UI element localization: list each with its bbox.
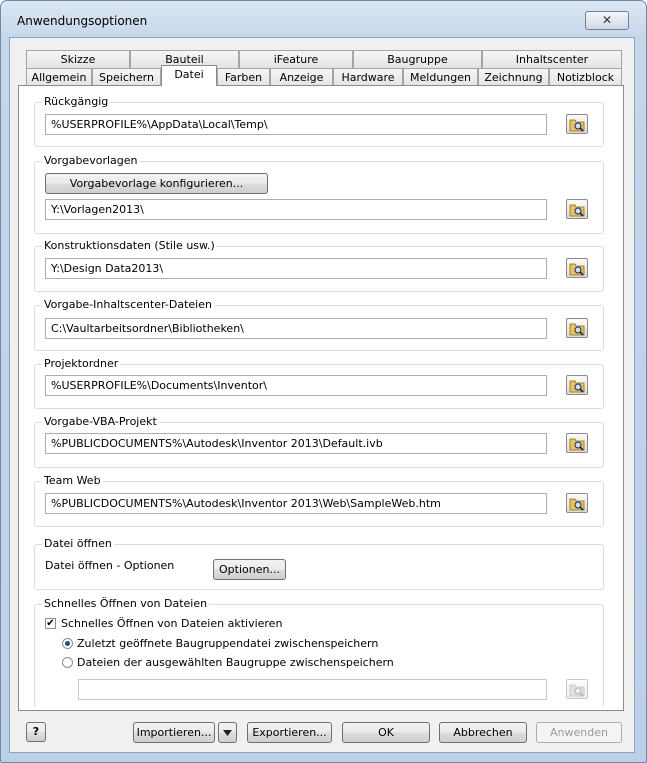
undo-path-field[interactable]: %USERPROFILE%\AppData\Local\Temp\	[45, 114, 547, 135]
browse-folder-icon	[569, 380, 585, 393]
tab-speichern[interactable]: Speichern	[92, 68, 161, 86]
tab-allgemein[interactable]: Allgemein	[26, 68, 92, 86]
tab-zeichnung[interactable]: Zeichnung	[478, 68, 549, 86]
chevron-down-icon	[223, 730, 232, 736]
window-title: Anwendungsoptionen	[17, 14, 148, 28]
browse-folder-icon	[569, 438, 585, 451]
browse-folder-icon	[569, 498, 585, 511]
group-quick-open-label: Schnelles Öffnen von Dateien	[42, 597, 210, 610]
content-center-browse-button[interactable]	[566, 318, 588, 338]
browse-folder-icon	[569, 684, 585, 697]
quick-open-path-field[interactable]	[78, 679, 547, 700]
quick-open-browse-button[interactable]	[566, 679, 588, 699]
ok-button[interactable]: OK	[342, 722, 430, 743]
group-team-web-label: Team Web	[42, 474, 103, 487]
configure-template-button[interactable]: Vorgabevorlage konfigurieren...	[45, 173, 268, 194]
tab-anzeige[interactable]: Anzeige	[270, 68, 333, 86]
design-data-browse-button[interactable]	[566, 258, 588, 278]
radio-recent-assembly-label: Zuletzt geöffnete Baugruppendatei zwisch…	[77, 637, 379, 650]
group-vba-label: Vorgabe-VBA-Projekt	[42, 415, 159, 428]
projects-browse-button[interactable]	[566, 375, 588, 395]
vba-path-field[interactable]: %PUBLICDOCUMENTS%\Autodesk\Inventor 2013…	[45, 433, 547, 454]
browse-folder-icon	[569, 263, 585, 276]
tab-meldungen[interactable]: Meldungen	[403, 68, 478, 86]
group-templates	[34, 161, 604, 234]
tab-farben[interactable]: Farben	[217, 68, 270, 86]
group-templates-label: Vorgabevorlagen	[42, 154, 140, 167]
vba-browse-button[interactable]	[566, 433, 588, 453]
radio-recent-assembly[interactable]	[62, 638, 73, 649]
close-button[interactable]: ✕	[585, 11, 629, 30]
group-projects-label: Projektordner	[42, 357, 121, 370]
tab-baugruppe[interactable]: Baugruppe	[353, 50, 482, 68]
group-design-data-label: Konstruktionsdaten (Stile usw.)	[42, 239, 217, 252]
tab-datei[interactable]: Datei	[161, 65, 217, 86]
import-dropdown-button[interactable]	[218, 722, 237, 743]
tab-notizblock[interactable]: Notizblock	[549, 68, 622, 86]
tab-inhaltscenter[interactable]: Inhaltscenter	[482, 50, 622, 68]
file-open-options-label: Datei öffnen - Optionen	[45, 559, 175, 572]
help-icon: ?	[32, 725, 40, 738]
browse-folder-icon	[569, 323, 585, 336]
design-data-path-field[interactable]: Y:\Design Data2013\	[45, 258, 547, 279]
apply-button[interactable]: Anwenden	[536, 722, 622, 743]
browse-folder-icon	[569, 204, 585, 217]
import-button[interactable]: Importieren...	[133, 722, 215, 743]
group-undo-label: Rückgängig	[42, 95, 111, 108]
projects-path-field[interactable]: %USERPROFILE%\Documents\Inventor\	[45, 375, 547, 396]
cancel-button[interactable]: Abbrechen	[439, 722, 527, 743]
group-file-open-label: Datei öffnen	[42, 537, 114, 550]
group-content-center-label: Vorgabe-Inhaltscenter-Dateien	[42, 298, 214, 311]
tab-skizze[interactable]: Skizze	[26, 50, 130, 68]
templates-browse-button[interactable]	[566, 199, 588, 219]
radio-selected-assembly-label: Dateien der ausgewählten Baugruppe zwisc…	[77, 656, 394, 669]
team-web-browse-button[interactable]	[566, 493, 588, 513]
undo-browse-button[interactable]	[566, 114, 588, 134]
export-button[interactable]: Exportieren...	[247, 722, 332, 743]
quick-open-checkbox-label: Schnelles Öffnen von Dateien aktivieren	[61, 617, 283, 630]
tab-hardware[interactable]: Hardware	[333, 68, 403, 86]
help-button[interactable]: ?	[26, 722, 46, 742]
quick-open-checkbox[interactable]: ✔	[45, 618, 56, 629]
content-center-path-field[interactable]: C:\Vaultarbeitsordner\Bibliotheken\	[45, 318, 547, 339]
templates-path-field[interactable]: Y:\Vorlagen2013\	[45, 199, 547, 220]
tab-ifeature[interactable]: iFeature	[239, 50, 353, 68]
file-open-options-button[interactable]: Optionen...	[213, 559, 286, 580]
radio-selected-assembly[interactable]	[62, 657, 73, 668]
browse-folder-icon	[569, 119, 585, 132]
team-web-path-field[interactable]: %PUBLICDOCUMENTS%\Autodesk\Inventor 2013…	[45, 493, 547, 514]
